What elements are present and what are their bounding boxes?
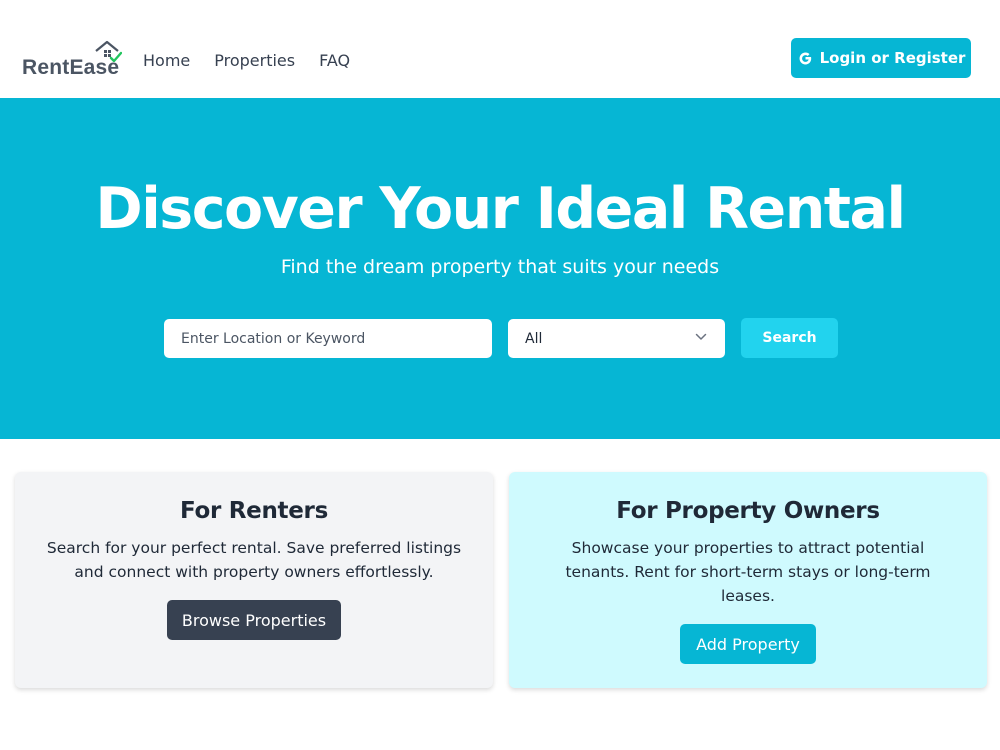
property-type-select[interactable]: All bbox=[508, 319, 725, 358]
owners-card: For Property Owners Showcase your proper… bbox=[509, 472, 987, 688]
hero-subtitle: Find the dream property that suits your … bbox=[280, 256, 720, 278]
add-property-button[interactable]: Add Property bbox=[680, 624, 816, 664]
search-input[interactable] bbox=[164, 319, 492, 358]
hero-title: Discover Your Ideal Rental bbox=[95, 176, 906, 242]
browse-properties-button[interactable]: Browse Properties bbox=[167, 600, 341, 640]
renters-card-description: Search for your perfect rental. Save pre… bbox=[46, 539, 462, 581]
owners-card-title: For Property Owners bbox=[616, 498, 880, 524]
nav-home[interactable]: Home bbox=[143, 51, 190, 70]
hero-section: Discover Your Ideal Rental Find the drea… bbox=[0, 98, 1000, 439]
renters-card: For Renters Search for your perfect rent… bbox=[15, 472, 493, 688]
select-value: All bbox=[525, 330, 543, 347]
main-nav: Home Properties FAQ bbox=[143, 51, 350, 70]
login-register-label: Login or Register bbox=[819, 49, 966, 67]
nav-faq[interactable]: FAQ bbox=[319, 51, 350, 70]
chevron-down-icon bbox=[695, 333, 707, 340]
owners-card-description: Showcase your properties to attract pote… bbox=[565, 539, 931, 605]
nav-properties[interactable]: Properties bbox=[214, 51, 295, 70]
house-icon bbox=[95, 40, 122, 62]
google-g-icon bbox=[799, 52, 811, 64]
login-register-button[interactable]: Login or Register bbox=[791, 38, 971, 78]
site-header: RentEase Home Properties FAQ Login or Re… bbox=[0, 0, 1000, 98]
renters-card-title: For Renters bbox=[180, 498, 328, 524]
logo[interactable]: RentEase bbox=[22, 40, 122, 80]
search-button[interactable]: Search bbox=[741, 318, 838, 358]
